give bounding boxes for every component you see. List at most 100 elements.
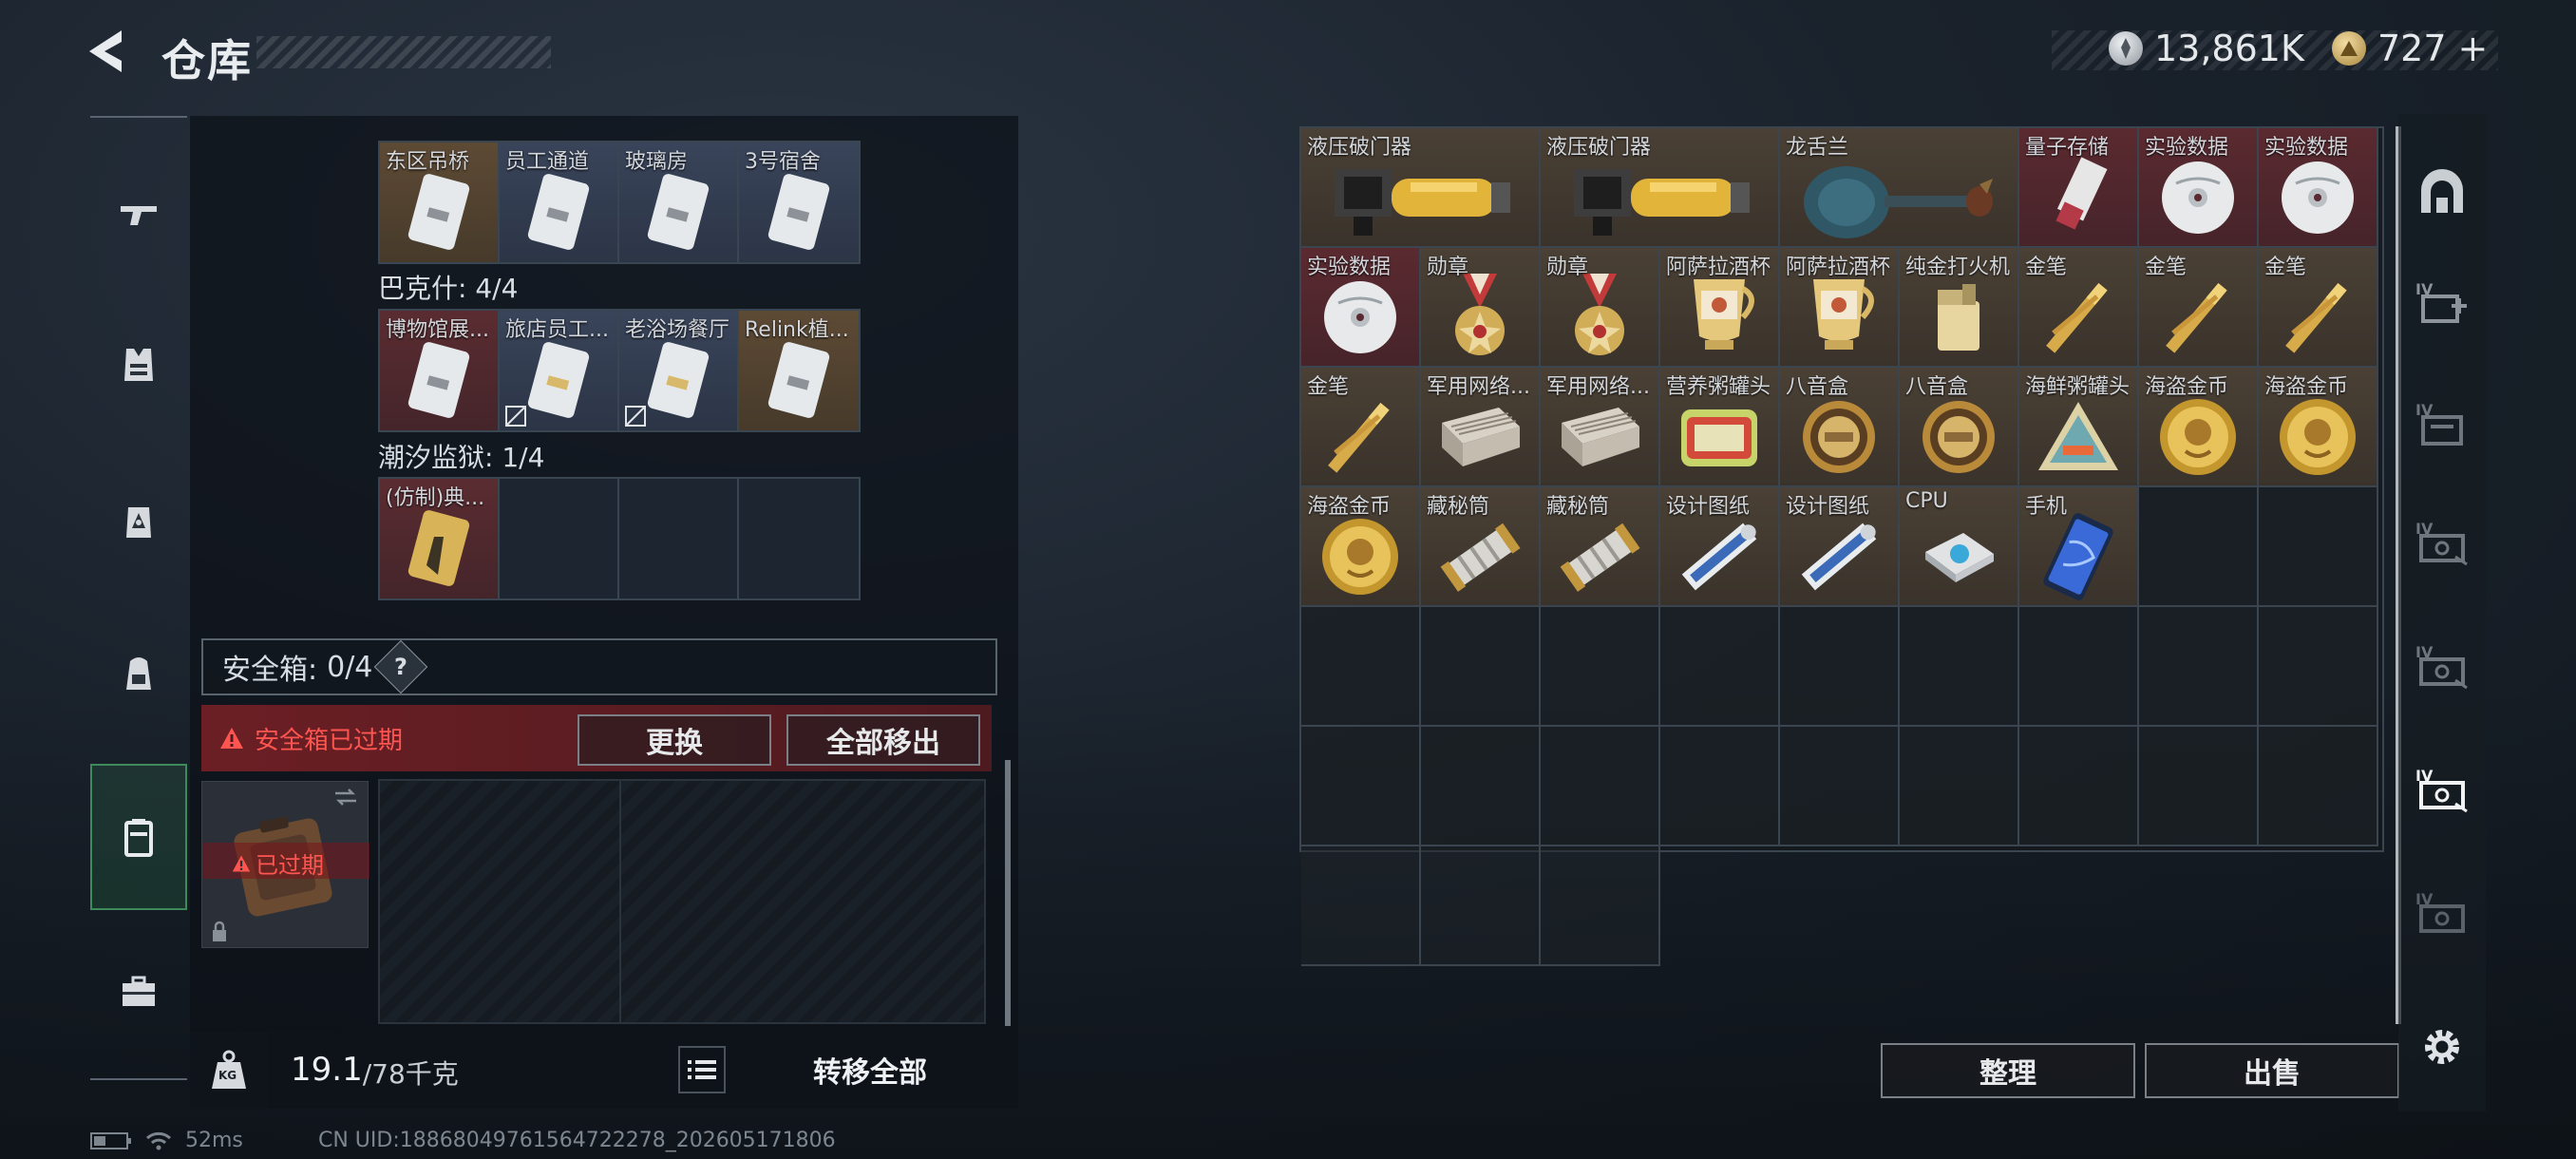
warehouse-item[interactable]: 勋章 (1421, 248, 1541, 368)
warehouse-item[interactable]: 藏秘筒 (1541, 487, 1660, 607)
warehouse-item[interactable]: 液压破门器 (1301, 128, 1541, 248)
item-slot[interactable]: (仿制)典... (380, 479, 500, 598)
swap-icon[interactable] (331, 786, 360, 808)
replace-button[interactable]: 更换 (578, 714, 771, 766)
item-slot[interactable]: 3号宿舍 (739, 142, 859, 262)
storage-tab[interactable]: IV (2398, 864, 2486, 960)
warehouse-item[interactable]: 阿萨拉酒杯 (1780, 248, 1900, 368)
list-view-button[interactable] (678, 1046, 726, 1093)
empty-slot[interactable] (1660, 607, 1780, 727)
warehouse-item[interactable]: 海盗金币 (1301, 487, 1421, 607)
empty-slot[interactable] (500, 479, 619, 598)
item-slot[interactable]: 博物馆展... (380, 311, 500, 430)
empty-slot[interactable] (2019, 727, 2139, 846)
safe-case-slot[interactable]: 已过期 (201, 781, 369, 948)
sidebar-item-backpack[interactable] (90, 621, 187, 726)
storage-tab[interactable]: IV (2398, 618, 2486, 712)
warehouse-item[interactable]: 八音盒 (1900, 368, 2019, 487)
item-label: 八音盒 (1905, 375, 1969, 399)
empty-slot[interactable] (2259, 487, 2378, 607)
sidebar-item-rig[interactable] (90, 469, 187, 574)
warehouse-item[interactable]: 手机 (2019, 487, 2139, 607)
storage-tab-active[interactable]: IV (2398, 741, 2486, 836)
empty-slot[interactable] (2259, 607, 2378, 727)
item-slot[interactable]: 东区吊桥 (380, 142, 500, 262)
empty-slot[interactable] (2139, 487, 2259, 607)
sidebar-item-armor[interactable] (90, 313, 187, 417)
back-button[interactable] (85, 27, 129, 76)
empty-slot[interactable] (1301, 846, 1421, 966)
item-slot[interactable]: 旅店员工... (500, 311, 619, 430)
empty-slot[interactable] (2259, 727, 2378, 846)
warehouse-item[interactable]: 实验数据 (1301, 248, 1421, 368)
help-button[interactable]: ? (374, 639, 428, 694)
warehouse-item[interactable]: 阿萨拉酒杯 (1660, 248, 1780, 368)
storage-tab-folder[interactable]: IV (2398, 375, 2486, 470)
item-slot[interactable]: Relink植... (739, 311, 859, 430)
warehouse-item[interactable]: 龙舌兰 (1780, 128, 2019, 248)
sidebar-item-safebox[interactable] (90, 764, 187, 910)
item-label: CPU (1905, 489, 1948, 513)
storage-tab-add[interactable]: IV (2398, 255, 2486, 350)
warehouse-item[interactable]: 海鲜粥罐头 (2019, 368, 2139, 487)
empty-slot[interactable] (1780, 607, 1900, 727)
warehouse-item[interactable]: 纯金打火机 (1900, 248, 2019, 368)
empty-slot[interactable] (619, 479, 739, 598)
warehouse-item[interactable]: 海盗金币 (2139, 368, 2259, 487)
warehouse-item[interactable]: 军用网络... (1541, 368, 1660, 487)
warehouse-item[interactable]: 金笔 (2259, 248, 2378, 368)
sort-button[interactable]: 整理 (1881, 1043, 2135, 1098)
empty-slot[interactable] (1421, 727, 1541, 846)
move-all-out-button[interactable]: 全部移出 (786, 714, 980, 766)
warehouse-item[interactable]: 实验数据 (2259, 128, 2378, 248)
storage-tab-icon: IV (2415, 890, 2465, 933)
empty-slot[interactable] (1900, 607, 2019, 727)
empty-slot[interactable] (1541, 607, 1660, 727)
warehouse-item[interactable]: 设计图纸 (1780, 487, 1900, 607)
currency-silver[interactable]: 13,861K (2109, 27, 2304, 70)
warehouse-item[interactable]: 八音盒 (1780, 368, 1900, 487)
warehouse-item[interactable]: 藏秘筒 (1421, 487, 1541, 607)
warehouse-item[interactable]: 量子存储 (2019, 128, 2139, 248)
empty-slot[interactable] (1421, 846, 1541, 966)
warehouse-item[interactable]: 海盗金币 (2259, 368, 2378, 487)
empty-slot[interactable] (1660, 727, 1780, 846)
currency-gold[interactable]: 727 + (2332, 27, 2488, 70)
safebox-slot[interactable] (380, 781, 621, 1022)
empty-slot[interactable] (739, 479, 859, 598)
empty-slot[interactable] (1301, 727, 1421, 846)
empty-slot[interactable] (2139, 607, 2259, 727)
warehouse-item[interactable]: 金笔 (1301, 368, 1421, 487)
empty-slot[interactable] (1301, 607, 1421, 727)
storage-tab-home[interactable] (2398, 144, 2486, 239)
empty-slot[interactable] (1541, 846, 1660, 966)
warehouse-item[interactable]: 勋章 (1541, 248, 1660, 368)
warehouse-item[interactable]: 金笔 (2139, 248, 2259, 368)
sidebar-item-toolbox[interactable] (90, 940, 187, 1044)
item-slot[interactable]: 员工通道 (500, 142, 619, 262)
sidebar-item-weapon[interactable] (90, 162, 187, 267)
warehouse-item[interactable]: 金笔 (2019, 248, 2139, 368)
settings-button[interactable] (2398, 999, 2486, 1094)
warehouse-item[interactable]: 液压破门器 (1541, 128, 1780, 248)
warehouse-item[interactable]: 实验数据 (2139, 128, 2259, 248)
storage-tab[interactable]: IV (2398, 494, 2486, 589)
warehouse-item[interactable]: CPU (1900, 487, 2019, 607)
warehouse-item[interactable]: 营养粥罐头 (1660, 368, 1780, 487)
empty-slot[interactable] (1421, 607, 1541, 727)
empty-slot[interactable] (2019, 607, 2139, 727)
warehouse-item[interactable]: 设计图纸 (1660, 487, 1780, 607)
safebox-storage-area[interactable] (378, 779, 986, 1024)
transfer-all-button[interactable]: 转移全部 (747, 1040, 994, 1099)
keycard-row-top: 东区吊桥 员工通道 玻璃房 3号宿舍 (378, 141, 861, 264)
add-currency-button[interactable]: + (2458, 28, 2489, 69)
sell-button[interactable]: 出售 (2145, 1043, 2399, 1098)
warehouse-item[interactable]: 军用网络... (1421, 368, 1541, 487)
item-slot[interactable]: 玻璃房 (619, 142, 739, 262)
empty-slot[interactable] (1780, 727, 1900, 846)
empty-slot[interactable] (1900, 727, 2019, 846)
empty-slot[interactable] (2139, 727, 2259, 846)
left-scrollbar[interactable] (1005, 760, 1011, 1026)
empty-slot[interactable] (1541, 727, 1660, 846)
item-slot[interactable]: 老浴场餐厅 (619, 311, 739, 430)
